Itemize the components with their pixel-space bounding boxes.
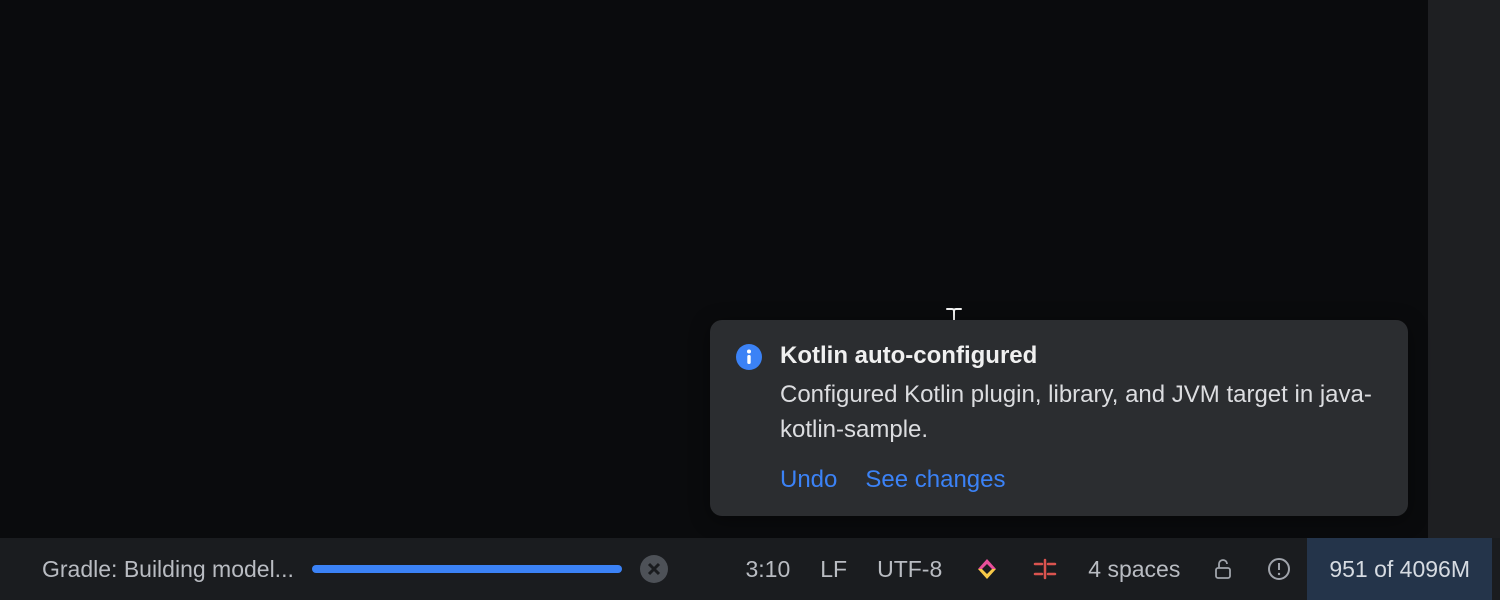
close-icon — [647, 562, 661, 576]
problems-icon[interactable] — [1251, 538, 1307, 600]
notification-toast: Kotlin auto-configured Configured Kotlin… — [710, 320, 1408, 516]
cancel-task-button[interactable] — [640, 555, 668, 583]
code-with-me-icon[interactable] — [957, 538, 1017, 600]
notification-title: Kotlin auto-configured — [780, 342, 1382, 370]
indent-setting[interactable]: 4 spaces — [1073, 538, 1195, 600]
undo-link[interactable]: Undo — [780, 466, 837, 494]
file-encoding[interactable]: UTF-8 — [862, 538, 957, 600]
cursor-position[interactable]: 3:10 — [730, 538, 805, 600]
status-bar-left: Gradle: Building model... — [0, 555, 668, 583]
status-bar-right: 3:10 LF UTF-8 4 spaces — [730, 538, 1500, 600]
progress-bar[interactable] — [312, 565, 622, 573]
background-task-label[interactable]: Gradle: Building model... — [42, 556, 294, 583]
lock-open-icon[interactable] — [1195, 538, 1251, 600]
see-changes-link[interactable]: See changes — [865, 466, 1005, 494]
line-separator[interactable]: LF — [805, 538, 862, 600]
progress-fill — [312, 565, 622, 573]
notification-message: Configured Kotlin plugin, library, and J… — [780, 378, 1382, 448]
memory-indicator[interactable]: 951 of 4096M — [1307, 538, 1492, 600]
notification-body: Kotlin auto-configured Configured Kotlin… — [780, 342, 1382, 494]
status-bar: Gradle: Building model... 3:10 LF UTF-8 … — [0, 538, 1500, 600]
info-icon — [736, 344, 762, 370]
notification-actions: Undo See changes — [780, 466, 1382, 494]
right-gutter — [1428, 0, 1500, 538]
wrap-guide-icon[interactable] — [1017, 538, 1073, 600]
